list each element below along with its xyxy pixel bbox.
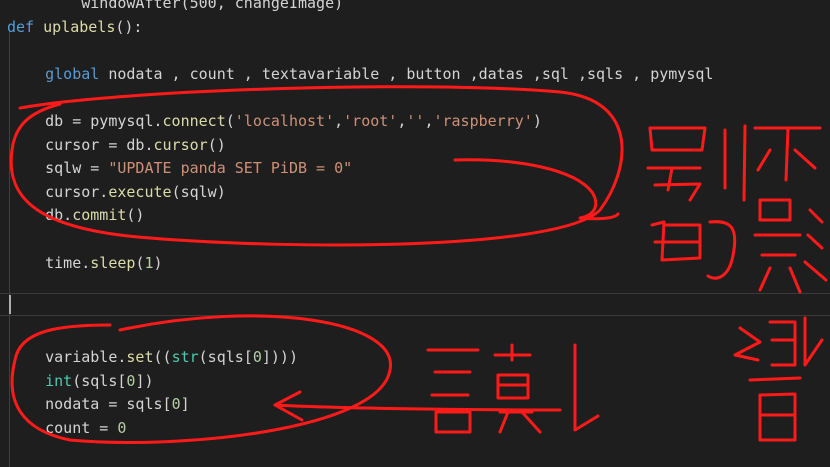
- code-token: (sqlw): [171, 182, 226, 201]
- code-token: str: [171, 348, 199, 366]
- code-token: (sqls[: [72, 371, 127, 390]
- code-line[interactable]: [9, 39, 830, 61]
- code-token: ]): [135, 371, 154, 390]
- code-token: global: [45, 64, 109, 83]
- code-token: connect: [162, 112, 226, 130]
- code-token: ,: [334, 112, 344, 130]
- code-token: 'localhost': [234, 112, 335, 130]
- code-line[interactable]: db.commit(): [9, 204, 830, 226]
- code-token: 'raspberry': [433, 112, 533, 130]
- code-token: 1: [144, 253, 154, 272]
- code-token: commit: [72, 206, 127, 225]
- code-line[interactable]: def uplabels():: [7, 16, 830, 38]
- code-editor[interactable]: windowAfter(500, changeImage) def uplabel…: [0, 0, 830, 467]
- code-token: '': [406, 112, 425, 130]
- code-line[interactable]: [9, 299, 830, 321]
- code-line[interactable]: [9, 86, 830, 108]
- code-token: ): [153, 253, 163, 272]
- code-token: ((: [153, 348, 172, 366]
- code-token: 0: [117, 418, 127, 437]
- code-token: execute: [108, 182, 172, 201]
- code-line[interactable]: cursor = db.cursor(): [9, 134, 830, 156]
- code-token: ():: [115, 17, 143, 36]
- code-line[interactable]: [9, 228, 830, 250]
- code-line[interactable]: windowAfter(500, changeImage): [9, 0, 830, 14]
- code-token: (: [225, 112, 235, 130]
- code-token: variable.: [9, 348, 127, 366]
- code-token: def: [7, 17, 44, 36]
- code-line[interactable]: [9, 322, 830, 344]
- code-token: 0: [171, 395, 181, 414]
- code-line[interactable]: sqlw = "UPDATE panda SET PiDB = 0": [9, 157, 830, 179]
- code-token: nodata , count , textavariable , button …: [108, 64, 714, 83]
- code-token: db = pymysql.: [9, 112, 163, 130]
- code-token: ]: [180, 395, 190, 414]
- code-token: ): [532, 112, 542, 130]
- code-line[interactable]: time.sleep(1): [9, 252, 830, 274]
- code-line[interactable]: count = 0: [9, 417, 830, 439]
- code-line[interactable]: variable.set((str(sqls[0]))): [9, 346, 830, 368]
- code-line[interactable]: nodata = sqls[0]: [9, 393, 830, 415]
- code-line[interactable]: [9, 275, 830, 297]
- code-token: uplabels: [43, 17, 116, 36]
- code-token: db.: [9, 206, 73, 225]
- code-token: "UPDATE panda SET PiDB = 0": [108, 159, 353, 178]
- code-token: (): [126, 206, 145, 225]
- code-token: time.: [9, 253, 91, 272]
- code-token: (sqls[: [198, 348, 253, 366]
- code-token: set: [126, 348, 154, 366]
- code-line[interactable]: db = pymysql.connect('localhost','root',…: [9, 110, 830, 132]
- code-token: sqlw =: [9, 159, 109, 178]
- code-token: (): [207, 135, 226, 154]
- code-line[interactable]: int(sqls[0]): [9, 370, 830, 392]
- code-token: 'root': [343, 112, 398, 130]
- code-token: nodata = sqls[: [9, 395, 172, 414]
- code-token: 0: [252, 348, 262, 366]
- code-token: sleep: [90, 253, 136, 272]
- code-token: int: [45, 371, 73, 390]
- code-line[interactable]: global nodata , count , textavariable , …: [9, 63, 830, 85]
- code-token: windowAfter(500, changeImage): [9, 0, 344, 12]
- code-token: cursor.: [9, 182, 109, 201]
- code-token: cursor: [153, 135, 208, 154]
- code-token: ]))): [261, 348, 298, 366]
- code-line[interactable]: cursor.execute(sqlw): [9, 181, 830, 203]
- code-token: cursor = db.: [9, 135, 154, 154]
- code-token: count =: [9, 418, 118, 437]
